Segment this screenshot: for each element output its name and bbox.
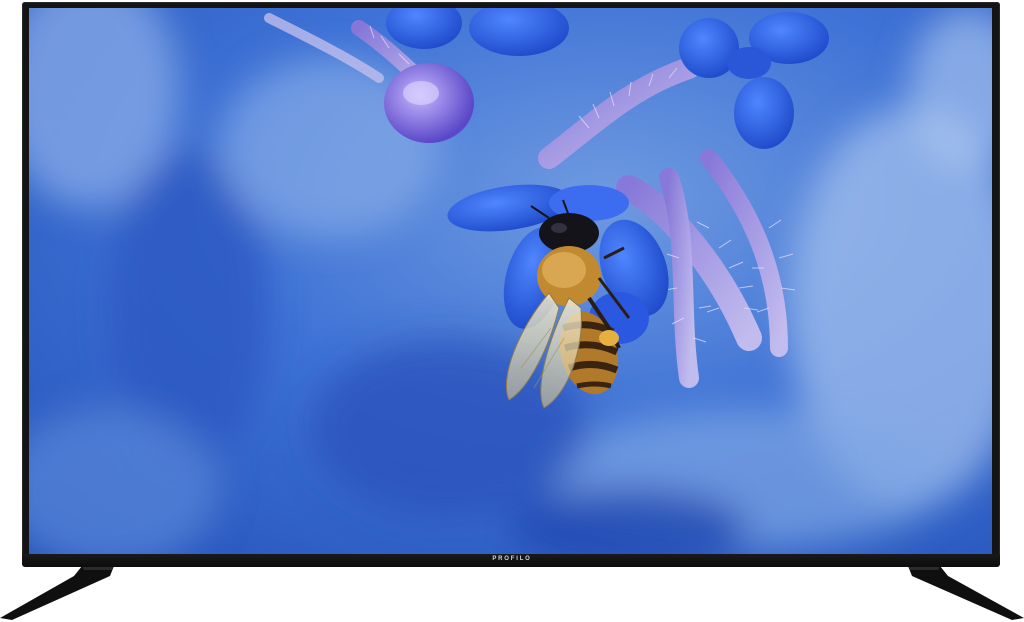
product-image: PROFILO [0,0,1024,622]
brand-logo: PROFILO [492,556,532,562]
tv-screen [29,8,992,554]
screen-image-bee-on-flower [29,8,992,554]
tv-stand-left [0,566,114,620]
tv-stand-right [908,566,1024,620]
